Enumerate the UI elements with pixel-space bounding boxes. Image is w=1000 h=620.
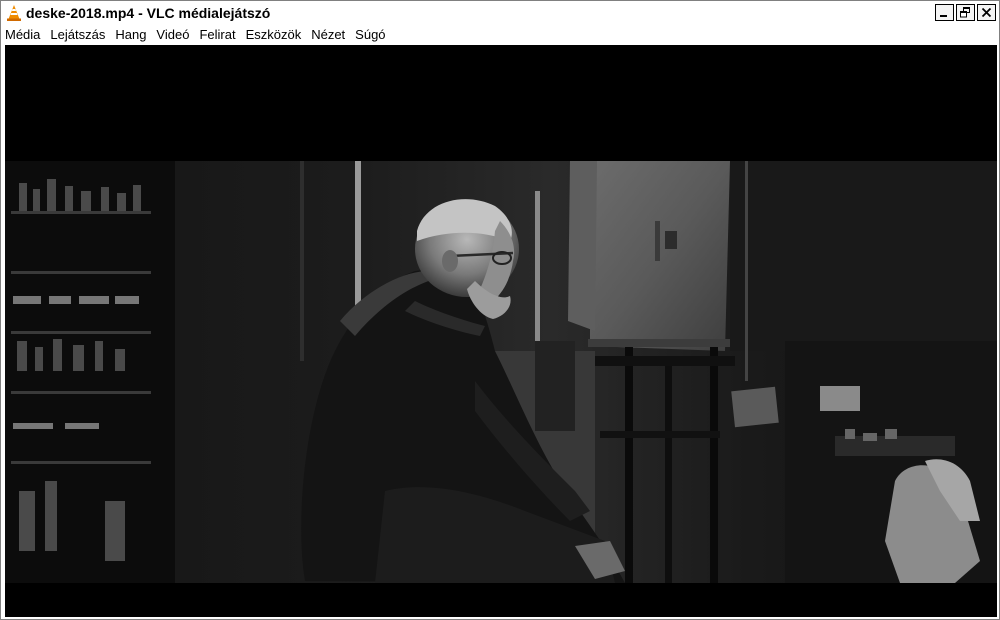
- restore-icon: [960, 7, 970, 18]
- close-button[interactable]: [977, 4, 996, 21]
- menu-help[interactable]: Súgó: [350, 24, 390, 45]
- menu-subtitle[interactable]: Felirat: [194, 24, 240, 45]
- restore-button[interactable]: [956, 4, 975, 21]
- menu-bar: Média Lejátszás Hang Videó Felirat Eszkö…: [1, 24, 999, 45]
- menu-audio[interactable]: Hang: [110, 24, 151, 45]
- menu-video[interactable]: Videó: [151, 24, 194, 45]
- menu-playback[interactable]: Lejátszás: [45, 24, 110, 45]
- vlc-window: deske-2018.mp4 - VLC médialejátszó Média…: [0, 0, 1000, 620]
- window-controls: [935, 4, 996, 21]
- menu-view[interactable]: Nézet: [306, 24, 350, 45]
- video-frame: [5, 161, 997, 583]
- minimize-icon: [940, 15, 947, 17]
- menu-media[interactable]: Média: [1, 24, 45, 45]
- video-output[interactable]: [5, 45, 997, 617]
- window-title: deske-2018.mp4 - VLC médialejátszó: [26, 4, 271, 21]
- title-bar[interactable]: deske-2018.mp4 - VLC médialejátszó: [1, 1, 999, 24]
- close-icon: [981, 7, 992, 18]
- minimize-button[interactable]: [935, 4, 954, 21]
- vlc-cone-icon: [7, 4, 21, 21]
- menu-tools[interactable]: Eszközök: [241, 24, 307, 45]
